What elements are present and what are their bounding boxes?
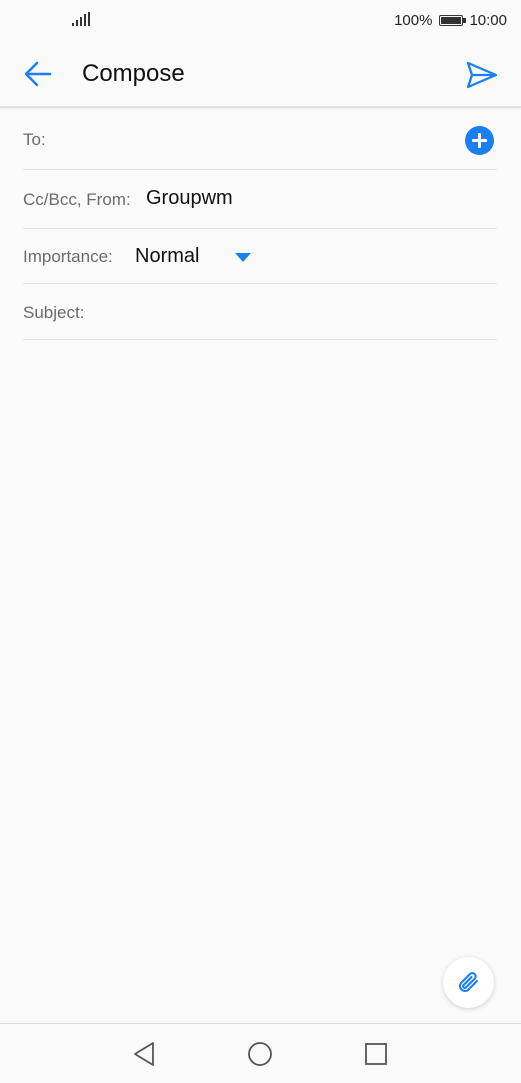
to-label: To:: [23, 130, 46, 149]
back-triangle-icon: [134, 1042, 154, 1066]
importance-dropdown[interactable]: Normal: [135, 241, 265, 273]
status-right: 100% 10:00: [394, 10, 507, 30]
subject-input[interactable]: [98, 294, 492, 332]
back-button[interactable]: [20, 58, 56, 90]
to-input[interactable]: [63, 122, 447, 160]
signal-icon: [72, 12, 90, 26]
clock: 10:00: [469, 11, 507, 29]
message-body[interactable]: [23, 345, 501, 949]
nav-home-button[interactable]: [246, 1040, 274, 1068]
nav-back-button[interactable]: [131, 1040, 159, 1068]
attach-button[interactable]: [443, 957, 494, 1008]
add-recipient-button[interactable]: [465, 126, 494, 155]
home-circle-icon: [248, 1042, 272, 1066]
recents-square-icon: [365, 1043, 387, 1065]
cc-bcc-from-row[interactable]: Cc/Bcc, From: Groupwm: [23, 170, 497, 229]
importance-value: Normal: [135, 245, 200, 267]
paperclip-icon: [458, 972, 479, 993]
cc-bcc-from-label: Cc/Bcc, From:: [23, 190, 131, 209]
send-button[interactable]: [465, 60, 499, 90]
subject-row: Subject:: [23, 284, 497, 340]
camera-notch: [195, 0, 322, 36]
battery-percent: 100%: [394, 11, 433, 29]
nav-recents-button[interactable]: [362, 1040, 390, 1068]
from-value: Groupwm: [146, 187, 233, 209]
page-title: Compose: [82, 60, 185, 87]
app-bar: Compose: [0, 40, 521, 108]
caret-down-icon: [235, 253, 251, 262]
battery-icon: [439, 14, 467, 26]
importance-row: Importance: Normal: [23, 229, 497, 284]
subject-label: Subject:: [23, 303, 85, 322]
system-nav-bar: [0, 1023, 521, 1083]
to-field-row: To:: [23, 112, 497, 170]
send-icon: [466, 61, 498, 89]
status-bar: 100% 10:00: [0, 0, 521, 40]
arrow-left-icon: [24, 61, 52, 87]
importance-label: Importance:: [23, 247, 113, 266]
